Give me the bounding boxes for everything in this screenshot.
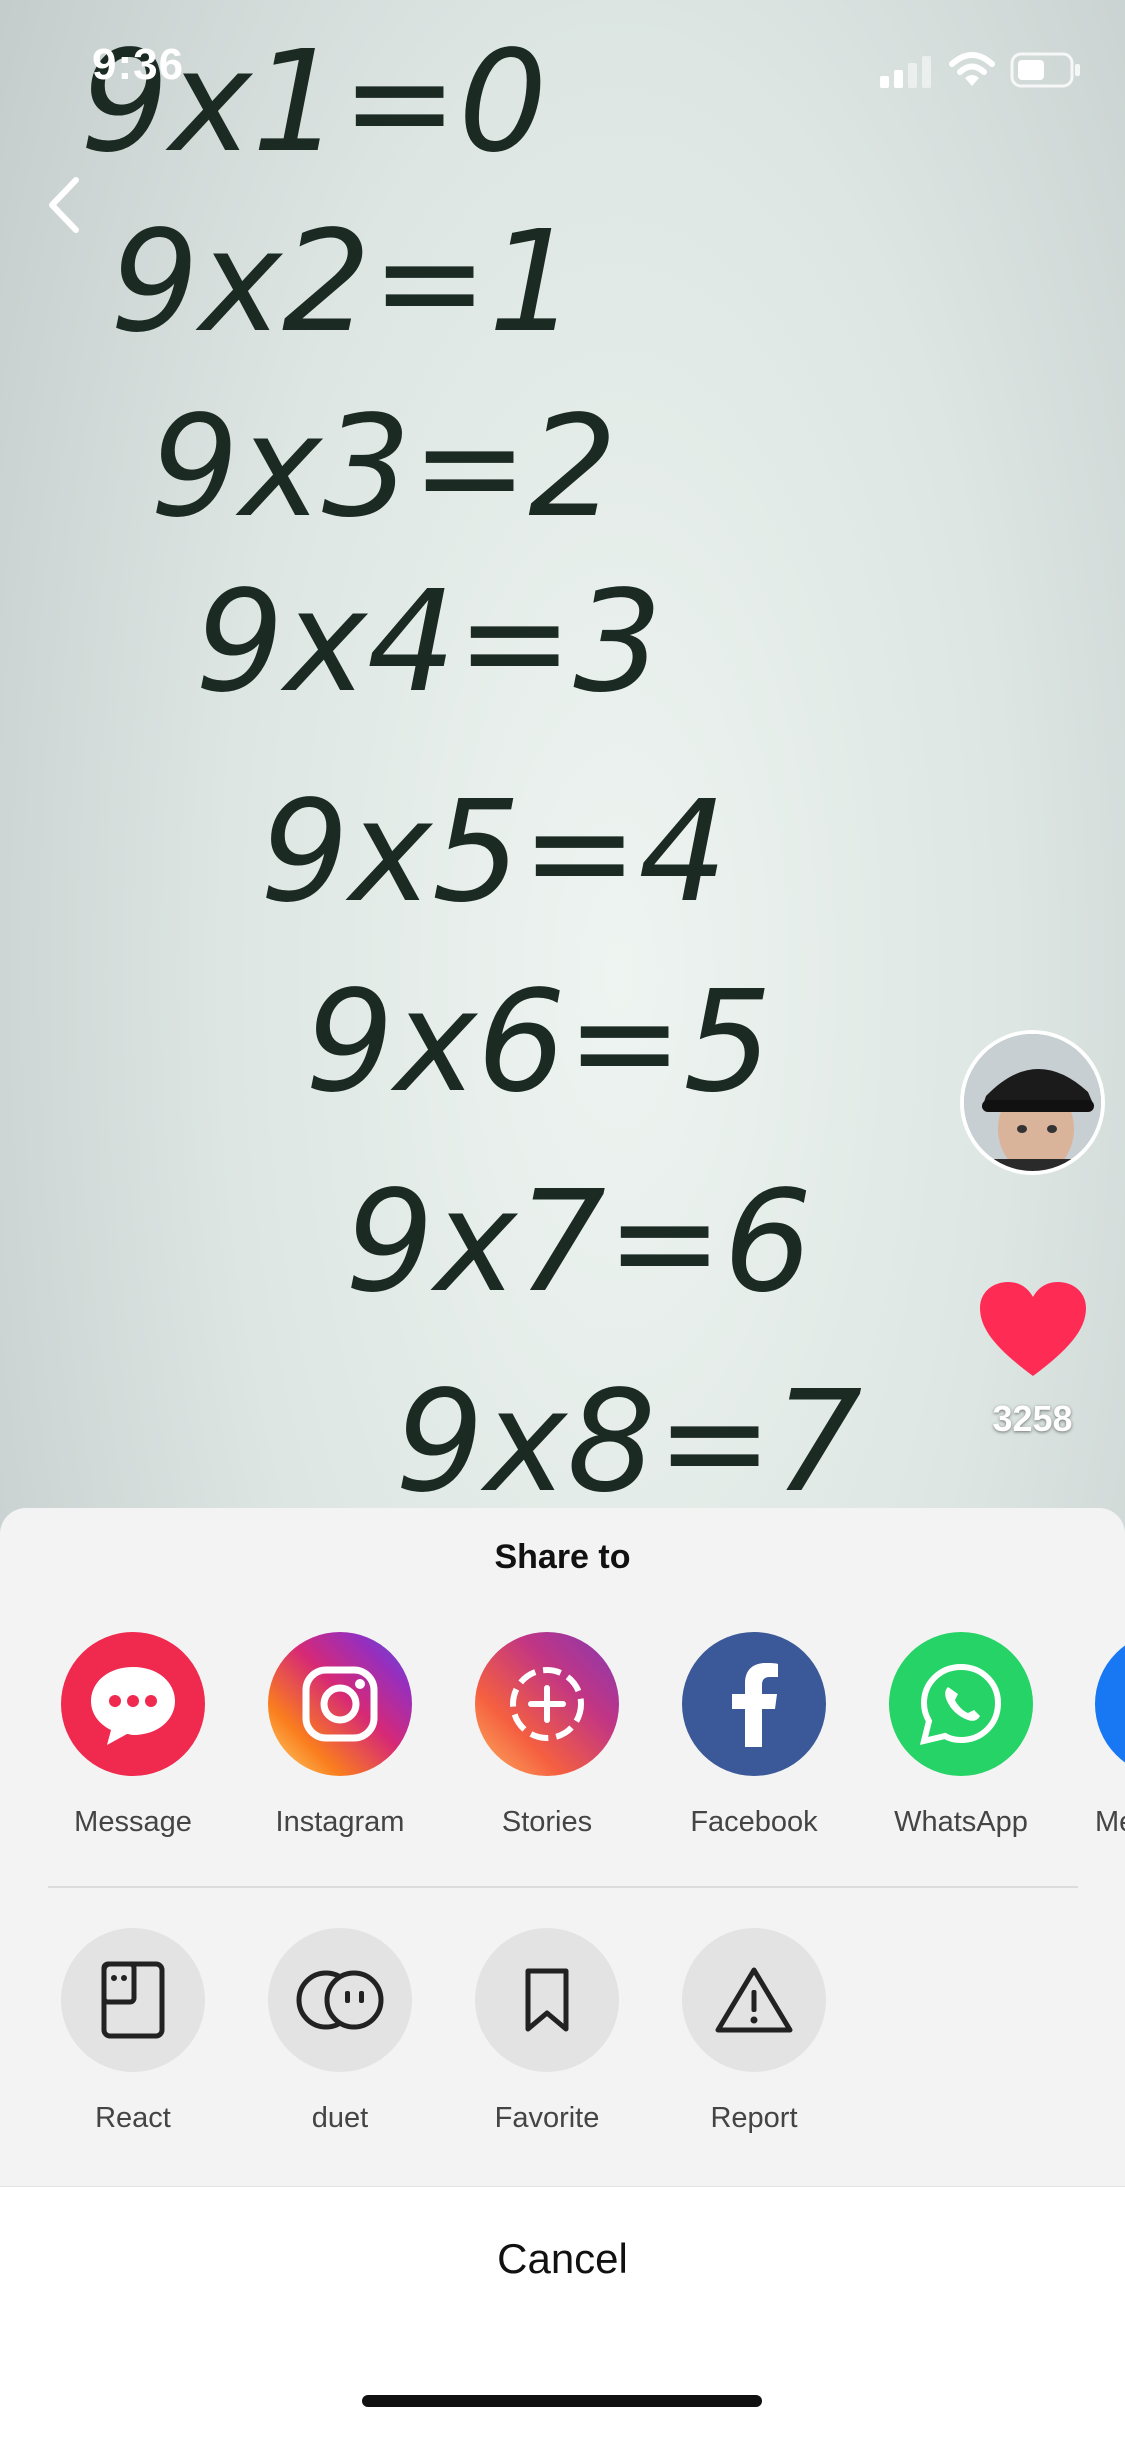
chat-bubble-icon bbox=[61, 1632, 205, 1776]
svg-text:9x2=1: 9x2=1 bbox=[110, 201, 577, 364]
svg-text:9x3=2: 9x3=2 bbox=[150, 386, 617, 549]
instagram-icon bbox=[268, 1632, 412, 1776]
like-count: 3258 bbox=[992, 1398, 1073, 1439]
report-label: Report bbox=[710, 2102, 798, 2134]
bookmark-icon bbox=[475, 1928, 619, 2072]
battery-icon bbox=[1010, 52, 1080, 88]
share-sheet-title: Share to bbox=[494, 1538, 631, 1576]
svg-text:9x4=3: 9x4=3 bbox=[195, 561, 662, 724]
handwriting-image: 9x1=0 9x2=1 9x3=2 9x4=3 9x5=4 9x6=5 9x7=… bbox=[80, 21, 862, 1510]
share-message-label: Message bbox=[74, 1806, 192, 1838]
cellular-signal-icon bbox=[880, 56, 931, 88]
duet-button[interactable]: duet bbox=[265, 1928, 415, 2135]
whatsapp-icon bbox=[889, 1632, 1033, 1776]
share-sheet-divider bbox=[48, 1886, 1078, 1888]
facebook-icon bbox=[682, 1632, 826, 1776]
warning-icon bbox=[682, 1928, 826, 2072]
back-icon[interactable] bbox=[36, 170, 96, 240]
svg-text:9x5=4: 9x5=4 bbox=[260, 771, 727, 934]
share-messenger-label: Me bbox=[1095, 1806, 1125, 1838]
favorite-button[interactable]: Favorite bbox=[472, 1928, 622, 2135]
share-whatsapp-label: WhatsApp bbox=[894, 1806, 1028, 1838]
share-stories-button[interactable]: Stories bbox=[472, 1632, 622, 1839]
status-bar: 9:36 bbox=[0, 0, 1125, 130]
react-button[interactable]: React bbox=[58, 1928, 208, 2135]
duet-label: duet bbox=[311, 2102, 369, 2134]
react-label: React bbox=[95, 2102, 171, 2134]
status-time: 9:36 bbox=[92, 40, 185, 89]
creator-avatar[interactable] bbox=[960, 1030, 1105, 1175]
messenger-icon bbox=[1095, 1632, 1125, 1776]
share-instagram-label: Instagram bbox=[275, 1806, 405, 1838]
share-facebook-button[interactable]: Facebook bbox=[679, 1632, 829, 1839]
share-facebook-label: Facebook bbox=[690, 1806, 818, 1838]
stories-icon bbox=[475, 1632, 619, 1776]
like-heart-icon[interactable] bbox=[978, 1280, 1088, 1380]
svg-text:9x7=6: 9x7=6 bbox=[345, 1161, 812, 1324]
share-instagram-button[interactable]: Instagram bbox=[265, 1632, 415, 1839]
share-stories-label: Stories bbox=[501, 1806, 593, 1838]
cancel-button[interactable]: Cancel bbox=[0, 2235, 1125, 2283]
share-messenger-button[interactable]: Me bbox=[1075, 1632, 1125, 1839]
svg-text:9x6=5: 9x6=5 bbox=[305, 961, 772, 1124]
duet-icon bbox=[268, 1928, 412, 2072]
wifi-icon bbox=[949, 52, 995, 86]
report-button[interactable]: Report bbox=[679, 1928, 829, 2135]
share-message-button[interactable]: Message bbox=[58, 1632, 208, 1839]
favorite-label: Favorite bbox=[494, 2102, 600, 2134]
svg-text:9x8=7: 9x8=7 bbox=[395, 1361, 862, 1510]
share-whatsapp-button[interactable]: WhatsApp bbox=[886, 1632, 1036, 1839]
react-icon bbox=[61, 1928, 205, 2072]
home-indicator[interactable] bbox=[362, 2395, 762, 2407]
